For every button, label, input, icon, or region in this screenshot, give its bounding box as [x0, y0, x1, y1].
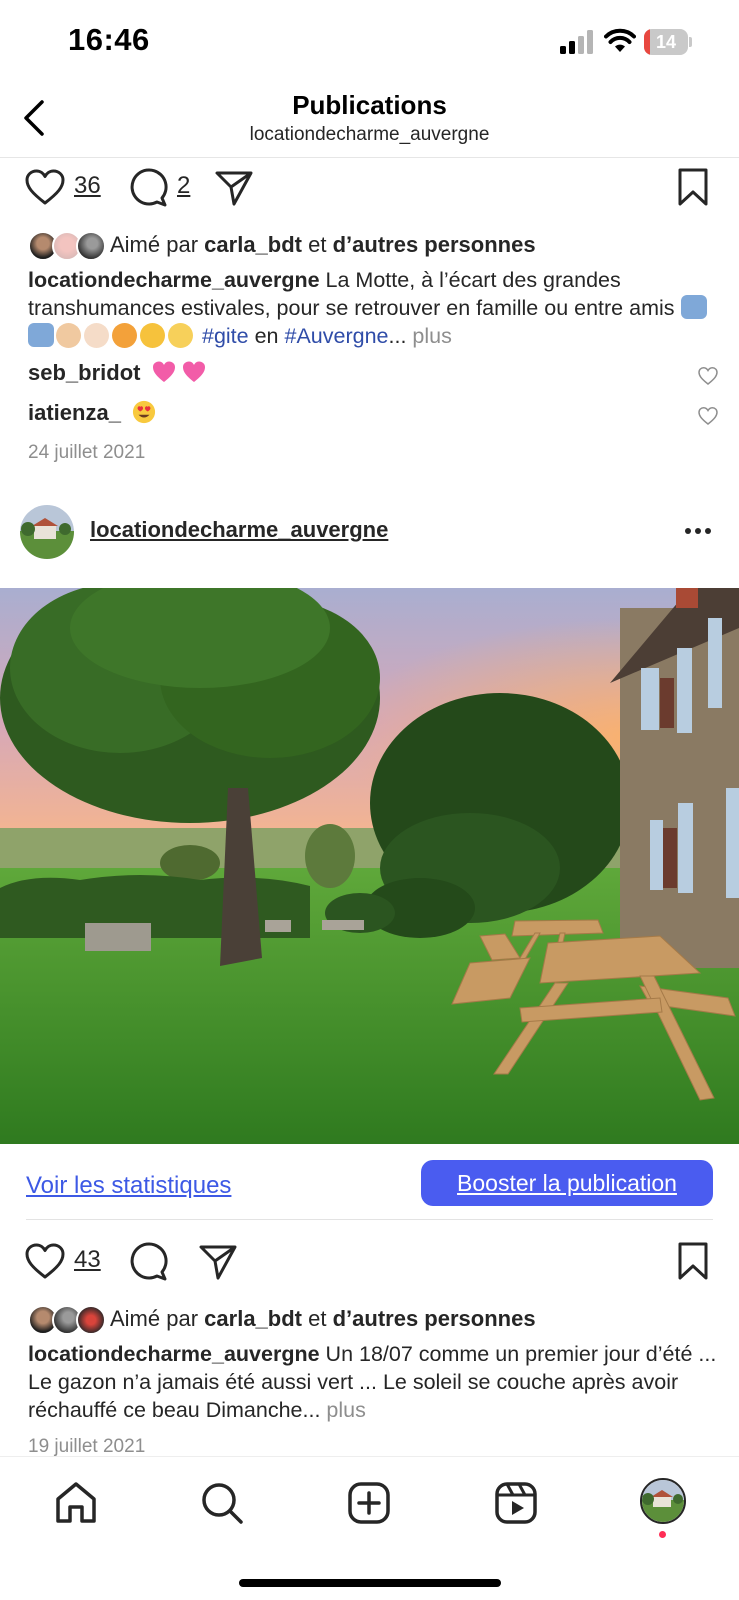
post2-liked-by[interactable]: Aimé par carla_bdt et d’autres personnes: [28, 1303, 728, 1337]
comments-count[interactable]: 2: [177, 172, 190, 200]
comment-bubble-icon[interactable]: [128, 1242, 168, 1282]
caption-more-link[interactable]: plus: [326, 1398, 365, 1422]
comment-row: seb_bridot: [28, 360, 718, 392]
comment-bubble-icon[interactable]: [128, 168, 168, 208]
page-title: Publications: [292, 90, 447, 120]
family-emoji-icon: [28, 323, 54, 347]
liker-avatars: [28, 229, 108, 263]
create-post-icon[interactable]: [345, 1479, 393, 1527]
liker-username[interactable]: carla_bdt: [204, 1306, 302, 1331]
likes-summary: Aimé par carla_bdt et d’autres personnes: [110, 1306, 536, 1331]
bottom-tab-bar: [0, 1456, 739, 1600]
battery-icon: 14: [644, 29, 692, 55]
share-send-icon[interactable]: [214, 168, 254, 208]
pink-heart-emoji-icon: [182, 361, 205, 382]
woman-emoji-icon: [112, 323, 137, 348]
man-emoji-icon: [168, 323, 193, 348]
profile-tab-avatar[interactable]: [640, 1478, 686, 1524]
likes-count[interactable]: 36: [74, 172, 101, 200]
post-photo[interactable]: [0, 588, 739, 1144]
hashtag-link[interactable]: #Auvergne: [285, 324, 389, 348]
liker-avatars: [28, 1303, 108, 1337]
post2-action-bar: 43: [0, 1236, 739, 1286]
post1-liked-by[interactable]: Aimé par carla_bdt et d’autres personnes: [28, 229, 728, 263]
avatar: [76, 1305, 106, 1335]
page-subtitle: locationdecharme_auvergne: [249, 124, 490, 145]
heart-eyes-emoji-icon: [132, 400, 156, 424]
view-insights-link[interactable]: Voir les statistiques: [26, 1172, 231, 1200]
search-icon[interactable]: [198, 1479, 246, 1527]
more-options-icon[interactable]: [683, 521, 713, 541]
like-heart-icon[interactable]: [24, 1242, 66, 1280]
old-woman-emoji-icon: [140, 323, 165, 348]
save-bookmark-icon[interactable]: [676, 167, 710, 207]
family-emoji-icon: [680, 295, 707, 319]
pink-heart-emoji-icon: [152, 361, 175, 382]
like-heart-icon[interactable]: [24, 168, 66, 206]
caption-username[interactable]: locationdecharme_auvergne: [28, 268, 320, 292]
post1-action-bar: 36 2: [0, 162, 739, 212]
notification-dot: [659, 1531, 666, 1538]
save-bookmark-icon[interactable]: [676, 1241, 710, 1281]
baby-emoji-icon: [56, 323, 81, 348]
post-date: 24 juillet 2021: [28, 442, 146, 463]
boost-post-button[interactable]: Booster la publication: [421, 1160, 713, 1206]
avatar: [76, 231, 106, 261]
divider: [26, 1219, 713, 1220]
nav-header: Publications locationdecharme_auvergne: [0, 80, 739, 158]
home-icon[interactable]: [52, 1479, 100, 1527]
cellular-signal-icon: [560, 30, 593, 54]
comment-like-heart-icon[interactable]: [698, 406, 718, 426]
post2-header: locationdecharme_auvergne: [0, 503, 739, 563]
reels-icon[interactable]: [492, 1479, 540, 1527]
likes-count[interactable]: 43: [74, 1246, 101, 1274]
status-time: 16:46: [68, 22, 150, 57]
post-author-avatar[interactable]: [20, 505, 74, 559]
home-indicator: [239, 1579, 501, 1587]
comment-username[interactable]: seb_bridot: [28, 360, 140, 385]
caption-username[interactable]: locationdecharme_auvergne: [28, 1342, 320, 1366]
liker-username[interactable]: carla_bdt: [204, 232, 302, 257]
comment-row: iatienza_: [28, 400, 718, 432]
post-date: 19 juillet 2021: [28, 1436, 146, 1457]
comment-username[interactable]: iatienza_: [28, 400, 121, 425]
post1-caption: locationdecharme_auvergne La Motte, à l’…: [28, 266, 718, 350]
old-man-emoji-icon: [84, 323, 109, 348]
post2-caption: locationdecharme_auvergne Un 18/07 comme…: [28, 1342, 717, 1422]
hashtag-link[interactable]: #gite: [202, 324, 249, 348]
likers-others-link[interactable]: d’autres personnes: [333, 1306, 536, 1331]
wifi-icon: [604, 28, 636, 52]
share-send-icon[interactable]: [198, 1242, 238, 1282]
comment-like-heart-icon[interactable]: [698, 366, 718, 386]
post-author-username[interactable]: locationdecharme_auvergne: [90, 517, 388, 543]
caption-more-link[interactable]: plus: [412, 324, 451, 348]
likes-summary: Aimé par carla_bdt et d’autres personnes: [110, 232, 536, 257]
likers-others-link[interactable]: d’autres personnes: [333, 232, 536, 257]
battery-level: 14: [655, 32, 677, 52]
status-bar: 16:46 14: [0, 0, 739, 80]
post2-insights-row: Voir les statistiques Booster la publica…: [0, 1160, 739, 1220]
